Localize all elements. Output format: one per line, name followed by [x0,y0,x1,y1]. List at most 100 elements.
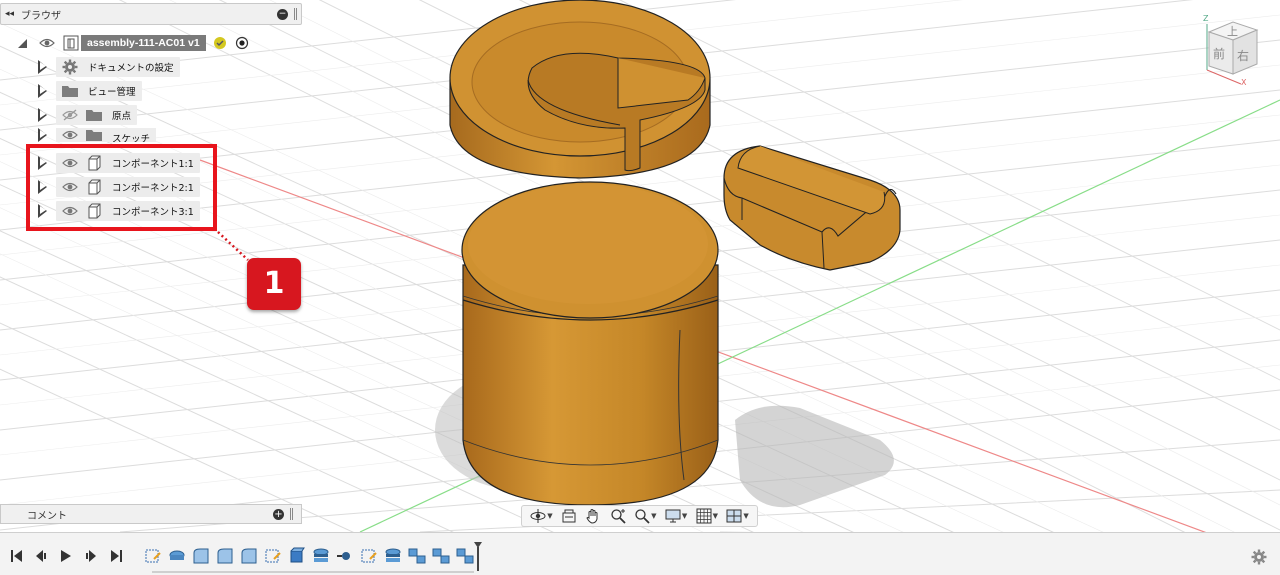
component-lid [449,0,711,179]
timeline-feature-fillet[interactable] [192,547,210,565]
fillet-feature-icon [217,548,233,564]
fillet-feature-icon [193,548,209,564]
expand-arrow-icon[interactable] [38,108,48,122]
comments-title: コメント [27,510,67,522]
look-at-button[interactable] [561,507,577,525]
design-history-icon[interactable] [210,35,230,51]
expand-arrow-icon[interactable] [38,128,48,142]
timeline-feature-extrude[interactable] [288,547,306,565]
fit-button[interactable]: ▼ [634,507,656,525]
tree-item-sketches[interactable]: スケッチ [38,128,157,142]
component-small-part [723,145,901,271]
tree-item-origin[interactable]: 原点 [38,105,138,125]
zoom-window-icon [635,509,650,524]
look-at-icon [562,509,576,523]
tree-item-view-management[interactable]: ビュー管理 [38,81,142,101]
timeline-bar [0,532,1280,575]
go-to-end-button[interactable] [109,549,123,566]
x-axis-label: X [1241,78,1247,87]
timeline-feature-fillet[interactable] [240,547,258,565]
step-forward-icon [86,550,96,562]
gear-icon [1251,549,1267,565]
timeline-feature-component[interactable] [408,547,426,565]
folder-icon [84,128,104,142]
component-body-jar [461,181,719,506]
grid-icon [696,508,712,524]
extrude-feature-icon [169,550,185,560]
play-icon [61,550,71,562]
create-component-icon [408,548,426,564]
collapse-panel-icon[interactable]: ◂◂ [5,9,21,19]
display-settings-button[interactable]: ▼ [665,507,687,525]
timeline-feature-joint[interactable] [336,547,354,565]
sketch-feature-icon [265,549,281,563]
viewcube[interactable]: 上 前 右 Z X [1195,14,1267,90]
add-comment-button[interactable]: + [273,508,284,520]
timeline-settings-button[interactable] [1251,549,1267,568]
timeline-feature-split[interactable] [384,547,402,565]
expand-arrow-icon[interactable] [38,84,48,98]
navigation-toolbar: ▼ ▼ ▼ ▼ ▼ [521,505,758,527]
timeline-feature-extrude[interactable] [168,547,186,565]
hidden-eye-icon[interactable] [60,107,80,123]
timeline-marker[interactable] [473,541,483,574]
root-title: assembly-111-AC01 v1 [81,35,206,51]
comments-panel-header: コメント + [0,504,302,524]
browser-title: ブラウザ [21,10,61,22]
step-back-button[interactable] [34,549,48,566]
minimize-browser-button[interactable]: − [277,8,288,20]
activate-radio-icon[interactable] [232,35,252,51]
play-button[interactable] [59,549,73,566]
gear-icon [60,59,80,75]
tree-item-label: ドキュメントの設定 [88,63,174,74]
callout-number-badge: 1 [247,258,301,310]
split-body-icon [313,548,329,562]
tree-item-document-settings[interactable]: ドキュメントの設定 [38,57,180,77]
skip-end-icon [111,550,122,562]
zoom-button[interactable] [610,507,626,525]
timeline-feature-sketch[interactable] [144,547,162,565]
visibility-eye-icon[interactable] [60,128,80,142]
folder-icon [84,107,104,123]
canvas-viewport[interactable] [0,0,1280,532]
timeline-track [152,571,474,573]
expand-arrow-icon[interactable] [38,60,48,74]
timeline-feature-sketch[interactable] [264,547,282,565]
step-forward-button[interactable] [84,549,98,566]
orbit-icon [530,509,546,523]
timeline-feature-split[interactable] [312,547,330,565]
folder-icon [60,83,80,99]
visibility-eye-icon[interactable] [37,35,57,51]
tree-item-label: 原点 [112,111,132,122]
orbit-button[interactable]: ▼ [530,507,553,525]
go-to-start-button[interactable] [10,549,24,566]
joint-icon [337,552,350,560]
viewcube-top-label: 上 [1227,25,1238,38]
sketch-feature-icon [361,549,377,563]
timeline-feature-component[interactable] [432,547,450,565]
scene-graphics [0,0,1280,532]
split-body-icon [385,548,401,562]
z-axis-label: Z [1203,14,1209,23]
step-back-icon [36,550,46,562]
skip-start-icon [11,550,22,562]
viewports-button[interactable]: ▼ [726,507,749,525]
timeline-feature-sketch[interactable] [360,547,378,565]
create-component-icon [456,548,474,564]
timeline-feature-fillet[interactable] [216,547,234,565]
timeline-feature-component[interactable] [456,547,474,565]
browser-root-node[interactable]: assembly-111-AC01 v1 [18,33,252,53]
expand-root-icon[interactable] [18,38,27,48]
assembly-document-icon [61,35,81,51]
fillet-feature-icon [241,548,257,564]
timeline-marker-icon [474,542,482,571]
viewcube-front-label: 前 [1213,47,1226,61]
zoom-icon [611,509,626,524]
pan-button[interactable] [585,507,601,525]
browser-panel-header: ◂◂ ブラウザ − [0,3,302,25]
grid-settings-button[interactable]: ▼ [696,507,718,525]
panel-grip-icon[interactable] [290,508,293,520]
hand-pan-icon [586,509,598,524]
panel-grip-icon[interactable] [294,8,297,20]
sketch-feature-icon [145,549,161,563]
